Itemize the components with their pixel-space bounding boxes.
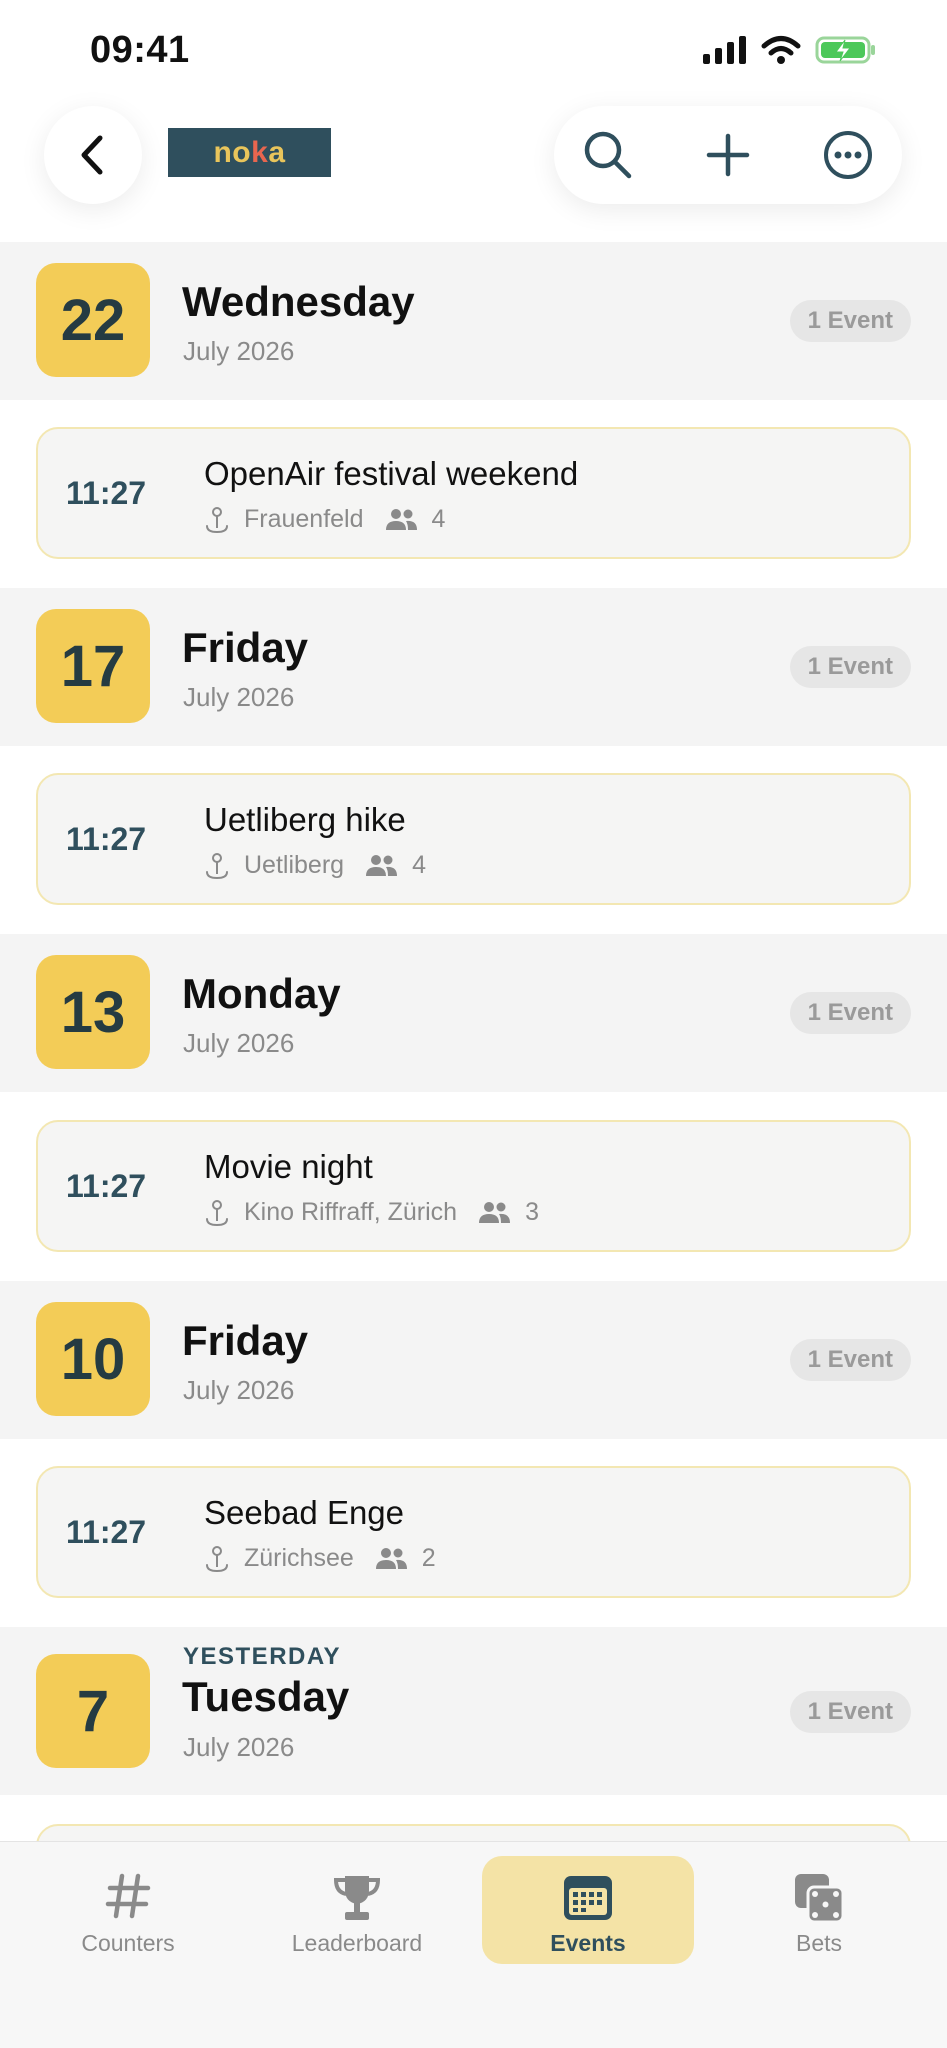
tab-events[interactable]: Events [482,1856,694,1964]
hash-icon [105,1873,151,1919]
day-header: 13 Monday July 2026 1 Event [0,934,947,1092]
more-icon [824,131,872,179]
event-count-badge: 1 Event [789,1691,911,1733]
dice-icon [795,1874,845,1924]
tab-label: Bets [795,1930,843,1956]
nav-bar: no k a [0,100,947,240]
event-time: 11:27 [66,1514,147,1550]
location-pin-icon [206,506,228,533]
day-weekday: Friday [182,624,309,671]
people-icon [385,508,417,530]
more-options-button[interactable] [818,125,878,185]
day-number-badge: 10 [36,1302,150,1416]
event-card[interactable] [36,1824,911,1842]
chevron-left-icon [81,135,103,175]
wifi-icon [761,36,801,64]
people-icon [479,1201,511,1223]
event-card[interactable]: 11:27 Movie night Kino Riffraff, Zürich … [36,1120,911,1252]
day-month: July 2026 [183,336,295,366]
day-header: 22 Wednesday July 2026 1 Event [0,242,947,400]
tab-bets[interactable]: Bets [713,1856,925,1964]
event-meta: Kino Riffraff, Zürich 3 [204,1198,539,1227]
location-pin-icon [206,1199,228,1226]
people-icon [375,1547,407,1569]
day-weekday: Wednesday [182,278,415,325]
status-bar: 09:41 [0,0,947,100]
add-event-button[interactable] [698,125,758,185]
location-pin-icon [206,1545,228,1572]
location-pin-icon [206,852,228,879]
tab-label: Leaderboard [291,1930,423,1956]
day-number-badge: 22 [36,263,150,377]
day-weekday: Friday [182,1317,309,1364]
logo-text-start: no [213,135,252,169]
event-card[interactable]: 11:27 Uetliberg hike Uetliberg 4 [36,773,911,905]
tab-label: Events [550,1930,626,1956]
event-meta: Uetliberg 4 [204,851,426,880]
search-button[interactable] [578,125,638,185]
event-attendees: 2 [421,1544,436,1572]
status-time: 09:41 [90,28,190,71]
event-title: Seebad Enge [204,1494,405,1531]
event-location: Zürichsee [244,1544,354,1572]
event-count-badge: 1 Event [789,300,911,342]
event-title: OpenAir festival weekend [204,455,579,492]
day-number-badge: 17 [36,609,150,723]
day-relative-tag: YESTERDAY [183,1643,341,1670]
plus-icon [706,133,750,177]
day-weekday: Tuesday [182,1673,350,1720]
tab-counters[interactable]: Counters [22,1856,234,1964]
tab-label: Counters [81,1930,175,1956]
event-time: 11:27 [66,1168,147,1204]
event-meta: Frauenfeld 4 [204,505,445,534]
battery-charging-icon [815,36,875,64]
event-count-badge: 1 Event [789,992,911,1034]
event-count-badge: 1 Event [789,1339,911,1381]
day-header: 10 Friday July 2026 1 Event [0,1281,947,1439]
day-weekday: Monday [182,970,341,1017]
event-card[interactable]: 11:27 OpenAir festival weekend Frauenfel… [36,427,911,559]
event-attendees: 4 [431,505,446,533]
event-time: 11:27 [66,475,147,511]
day-month: July 2026 [183,1028,295,1058]
event-meta: Zürichsee 2 [204,1544,436,1573]
nav-actions [554,106,902,204]
calendar-icon [564,1876,612,1920]
tab-bar: Counters Leaderboard Events Bets [0,1841,947,2048]
day-header: 17 Friday July 2026 1 Event [0,588,947,746]
people-icon [366,854,398,876]
event-attendees: 3 [525,1198,539,1226]
status-icons [703,35,877,65]
app-logo: no k a [168,128,331,177]
event-card[interactable]: 11:27 Seebad Enge Zürichsee 2 [36,1466,911,1598]
day-month: July 2026 [183,1375,295,1405]
event-location: Uetliberg [244,851,345,879]
cellular-signal-icon [703,36,746,64]
logo-text-end: a [268,135,286,169]
event-count-badge: 1 Event [789,646,911,688]
day-month: July 2026 [183,1732,295,1762]
event-attendees: 4 [412,851,426,879]
event-location: Frauenfeld [244,505,364,533]
event-location: Kino Riffraff, Zürich [244,1198,458,1226]
trophy-icon [333,1876,381,1920]
day-number-badge: 13 [36,955,150,1069]
back-button[interactable] [44,106,142,204]
logo-text-k: k [251,135,269,169]
events-list[interactable]: 22 Wednesday July 2026 1 Event 11:27 Ope… [0,242,947,1842]
day-month: July 2026 [183,682,295,712]
event-time: 11:27 [66,821,147,857]
day-number-badge: 7 [36,1654,150,1768]
event-title: Uetliberg hike [204,801,406,838]
tab-leaderboard[interactable]: Leaderboard [251,1856,463,1964]
search-icon [584,131,632,179]
event-title: Movie night [204,1148,373,1185]
day-header: 7 YESTERDAY Tuesday July 2026 1 Event [0,1627,947,1795]
